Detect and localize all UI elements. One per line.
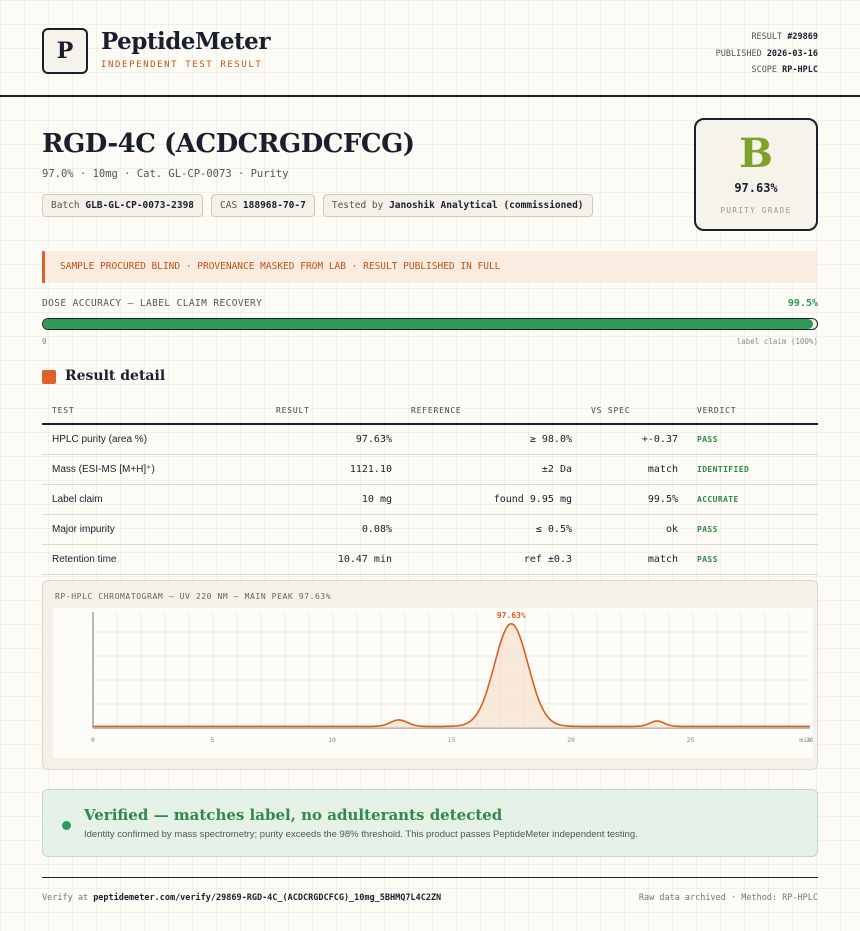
notice-text: SAMPLE PROCURED BLIND · PROVENANCE MASKE… xyxy=(60,261,501,272)
dose-bar-max-label: label claim (100%) xyxy=(736,337,818,346)
x-tick-label: 10 xyxy=(328,736,336,744)
cell-verdict: ACCURATE xyxy=(697,495,739,504)
cell-reference: ref ±0.3 xyxy=(523,554,572,565)
product-subtitle: 97.0% · 10mg · Cat. GL-CP-0073 · Purity xyxy=(42,168,289,180)
purity-grade-card: B 97.63% PURITY GRADE xyxy=(694,118,818,231)
scope-value: RP-HPLC xyxy=(782,65,818,75)
cell-result: 10.47 min xyxy=(337,554,392,565)
result-meta: RESULT #29869 PUBLISHED 2026-03-16 SCOPE… xyxy=(716,29,818,79)
verify-line: Verify at peptidemeter.com/verify/29869-… xyxy=(42,893,441,903)
chromatogram-series-line xyxy=(93,622,810,728)
dose-progress-fill xyxy=(43,319,814,329)
verified-title: Verified — matches label, no adulterants… xyxy=(84,806,503,824)
col-header-result: RESULT xyxy=(276,406,310,415)
main-peak-label: 97.63% xyxy=(497,611,526,620)
report-header: P PeptideMeter INDEPENDENT TEST RESULT R… xyxy=(0,0,860,97)
grade-label: PURITY GRADE xyxy=(720,206,792,215)
cas-label: CAS xyxy=(220,200,238,211)
table-row: HPLC purity (area %) 97.63% ≥ 98.0% +-0.… xyxy=(42,425,818,455)
cell-result: 97.63% xyxy=(355,434,392,445)
cell-test: HPLC purity (area %) xyxy=(52,434,148,445)
brand-logo: P xyxy=(42,28,88,74)
dose-bar-min-label: 0 xyxy=(42,337,47,346)
cell-verdict: PASS xyxy=(697,555,718,564)
result-number: #29869 xyxy=(787,32,818,42)
brand-tagline: INDEPENDENT TEST RESULT xyxy=(101,60,263,70)
product-title: RGD-4C (ACDCRGDCFCG) xyxy=(42,129,415,159)
dose-accuracy-value: 99.5% xyxy=(787,298,818,309)
x-tick-label: 15 xyxy=(448,736,456,744)
report-footer: Verify at peptidemeter.com/verify/29869-… xyxy=(42,877,818,903)
cell-verdict: IDENTIFIED xyxy=(697,465,750,474)
table-row: Mass (ESI-MS [M+H]⁺) 1121.10 ±2 Da match… xyxy=(42,455,818,485)
verified-banner: Verified — matches label, no adulterants… xyxy=(42,789,818,857)
cell-test: Mass (ESI-MS [M+H]⁺) xyxy=(52,464,155,475)
batch-chip: Batch GLB-GL-CP-0073-2398 xyxy=(42,194,204,217)
col-header-test: TEST xyxy=(52,406,75,415)
batch-value: GLB-GL-CP-0073-2398 xyxy=(85,200,195,211)
batch-label: Batch xyxy=(51,200,80,211)
cell-result: 0.08% xyxy=(361,524,392,535)
cell-result: 1121.10 xyxy=(349,464,392,475)
cell-vs-spec: match xyxy=(647,554,678,565)
cell-verdict: PASS xyxy=(697,435,718,444)
x-tick-label: 25 xyxy=(687,736,695,744)
col-header-verdict: VERDICT xyxy=(697,406,737,415)
grade-value: 97.63% xyxy=(734,181,778,195)
cell-reference: ≥ 98.0% xyxy=(529,434,572,445)
section-marker xyxy=(42,370,56,384)
cell-vs-spec: ok xyxy=(665,524,678,535)
brand-name: PeptideMeter xyxy=(101,28,270,55)
x-tick-label: 0 xyxy=(91,736,95,744)
cell-vs-spec: match xyxy=(647,464,678,475)
cell-vs-spec: +-0.37 xyxy=(641,434,678,445)
cell-reference: found 9.95 mg xyxy=(493,494,572,505)
x-axis-unit-label: min xyxy=(799,736,811,744)
chromatogram-chart: 97.63%0 5 10 15 20 25 30min xyxy=(91,611,814,744)
verified-description: Identity confirmed by mass spectrometry;… xyxy=(84,829,638,840)
result-table: TEST RESULT REFERENCE VS SPEC VERDICT HP… xyxy=(42,399,818,575)
tested-by-chip: Tested by Janoshik Analytical (commissio… xyxy=(322,194,593,217)
x-tick-label: 20 xyxy=(567,736,575,744)
cell-result: 10 mg xyxy=(361,494,392,505)
cell-test: Label claim xyxy=(52,494,103,505)
cell-vs-spec: 99.5% xyxy=(647,494,678,505)
verified-dot-icon xyxy=(62,821,71,830)
chromatogram-title: RP-HPLC CHROMATOGRAM — UV 220 NM — MAIN … xyxy=(55,592,332,601)
table-header-row: TEST RESULT REFERENCE VS SPEC VERDICT xyxy=(42,399,818,425)
cell-verdict: PASS xyxy=(697,525,718,534)
cell-reference: ±2 Da xyxy=(541,464,572,475)
table-row: Label claim 10 mg found 9.95 mg 99.5% AC… xyxy=(42,485,818,515)
cell-reference: ≤ 0.5% xyxy=(535,524,572,535)
grade-letter: B xyxy=(739,130,773,177)
cell-test: Retention time xyxy=(52,554,117,565)
result-label: RESULT xyxy=(751,32,783,42)
cas-value: 188968-70-7 xyxy=(242,200,306,211)
cell-test: Major impurity xyxy=(52,524,115,535)
x-tick-label: 5 xyxy=(211,736,215,744)
published-label: PUBLISHED xyxy=(715,48,762,59)
chromatogram-area xyxy=(93,623,810,728)
logo-letter: P xyxy=(56,38,74,64)
chromatogram-card: RP-HPLC CHROMATOGRAM — UV 220 NM — MAIN … xyxy=(42,580,818,770)
blind-procurement-notice: SAMPLE PROCURED BLIND · PROVENANCE MASKE… xyxy=(42,251,818,283)
dose-progress-bar xyxy=(42,318,818,330)
verify-prefix: Verify at xyxy=(42,893,89,903)
col-header-reference: REFERENCE xyxy=(411,406,462,415)
tested-label: Tested by xyxy=(331,200,384,211)
tested-value: Janoshik Analytical (commissioned) xyxy=(389,200,584,211)
section-title: Result detail xyxy=(65,368,166,384)
published-date: 2026-03-16 xyxy=(766,48,818,59)
table-row: Major impurity 0.08% ≤ 0.5% ok PASS xyxy=(42,515,818,545)
footer-method-note: Raw data archived · Method: RP-HPLC xyxy=(638,893,818,903)
chromatogram-plot-area: 97.63% 0 5 10 15 20 25 30 min xyxy=(53,608,814,758)
dose-accuracy-label: DOSE ACCURACY — LABEL CLAIM RECOVERY xyxy=(42,298,263,309)
verify-link[interactable]: peptidemeter.com/verify/29869-RGD-4C_(AC… xyxy=(93,893,441,903)
table-row: Retention time 10.47 min ref ±0.3 match … xyxy=(42,545,818,575)
col-header-vs-spec: VS SPEC xyxy=(591,406,631,415)
product-chips: Batch GLB-GL-CP-0073-2398 CAS 188968-70-… xyxy=(42,194,593,217)
cas-chip: CAS 188968-70-7 xyxy=(211,194,315,217)
scope-label: SCOPE xyxy=(751,65,778,75)
